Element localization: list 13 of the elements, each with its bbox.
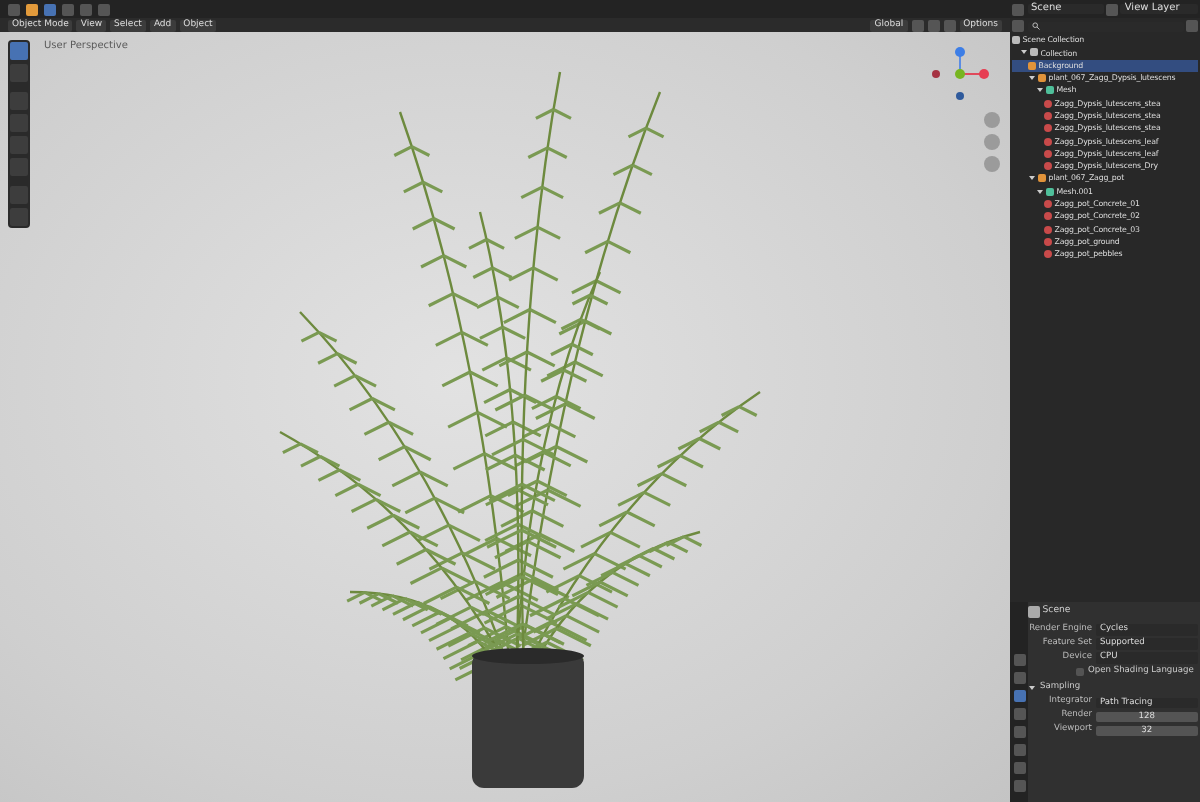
mesh-icon [1046, 187, 1055, 196]
expand-arrow-icon[interactable] [1028, 174, 1037, 183]
checkbox[interactable] [1076, 668, 1084, 676]
expand-arrow-icon[interactable] [1028, 684, 1036, 693]
object-icon [1038, 174, 1047, 183]
expand-arrow-icon[interactable] [1036, 86, 1045, 95]
expand-arrow-icon[interactable] [1028, 74, 1037, 83]
axis-gizmo-drawing[interactable] [932, 47, 989, 100]
mesh-icon [1046, 86, 1055, 95]
expand-arrow-icon[interactable] [1036, 187, 1045, 196]
tool-button[interactable] [10, 42, 28, 60]
search-icon [1031, 22, 1039, 30]
expand-arrow-icon[interactable] [1020, 48, 1029, 57]
